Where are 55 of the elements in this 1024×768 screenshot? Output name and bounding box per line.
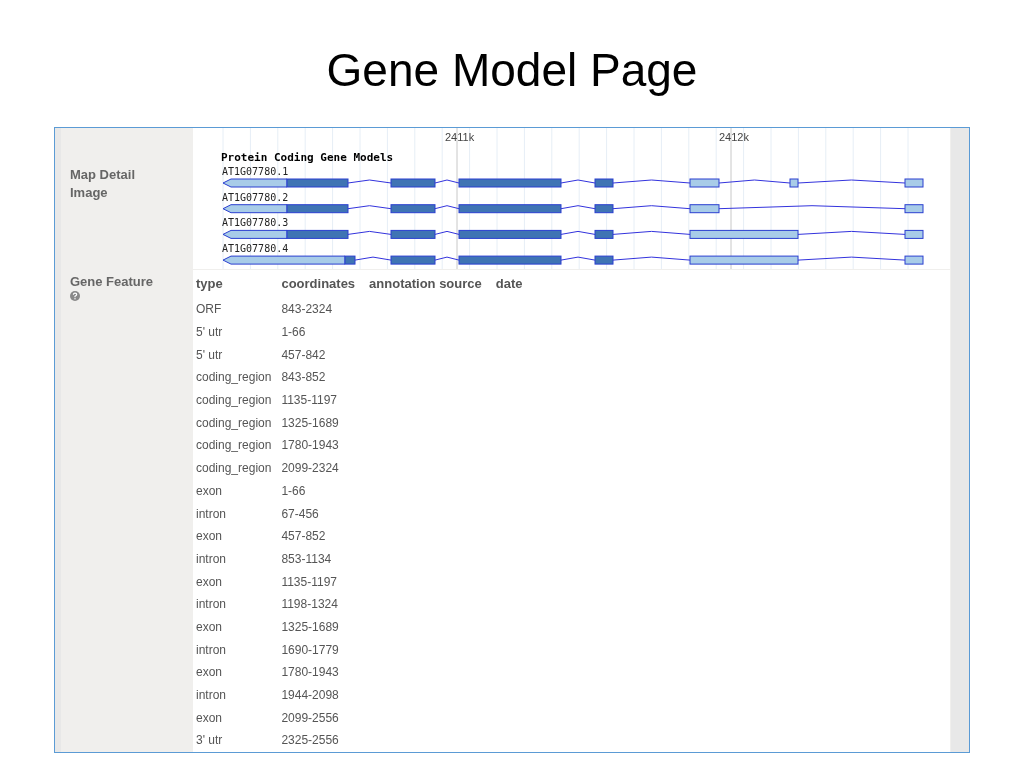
table-cell-text: coding_region xyxy=(196,414,273,432)
table-cell-text: 1135-1197 xyxy=(281,392,338,410)
table-cell-text: intron xyxy=(196,687,228,705)
table-cell-text: 843-852 xyxy=(281,369,327,387)
table-cell-text: exon xyxy=(196,664,224,682)
table-cell-text: coding_region xyxy=(196,392,273,410)
help-icon[interactable] xyxy=(70,291,80,301)
table-cell-text: 2099-2324 xyxy=(281,460,340,478)
table-cell-text: exon xyxy=(196,573,224,591)
table-cell-text: intron xyxy=(196,505,228,523)
table-cell-text: intron xyxy=(196,550,228,568)
table-cell-text: 1-66 xyxy=(281,482,307,500)
column-header: date xyxy=(495,276,524,293)
table-cell-text: coding_region xyxy=(196,369,273,387)
table-cell-text: 5' utr xyxy=(196,324,224,342)
track-title: Protein Coding Gene Models xyxy=(221,151,394,164)
table-cell-text: ORF xyxy=(196,301,223,319)
table-cell-text: 1780-1943 xyxy=(281,664,340,682)
table-cell-text: 457-852 xyxy=(281,528,327,546)
table-cell-text: 1690-1779 xyxy=(281,641,340,659)
table-cell-text: coding_region xyxy=(196,460,273,478)
transcript-name: AT1G07780.1 xyxy=(222,166,289,177)
table-cell-text: 1780-1943 xyxy=(281,437,340,455)
transcript-name: AT1G07780.4 xyxy=(222,243,289,255)
column-header: annotation source xyxy=(369,276,483,293)
table-cell-text: 853-1134 xyxy=(281,550,333,568)
axis-tick-label: 2412k xyxy=(719,131,749,143)
table-cell-text: intron xyxy=(196,596,228,614)
table-cell-text: exon xyxy=(196,618,224,636)
column-header: type xyxy=(196,276,224,293)
table-cell-text: coding_region xyxy=(196,437,273,455)
table-cell-text: 1325-1689 xyxy=(281,414,340,432)
table-cell-text: 1-66 xyxy=(281,324,307,342)
table-cell-text: 2099-2556 xyxy=(281,709,340,727)
transcript-name: AT1G07780.3 xyxy=(222,217,289,229)
table-cell-text: 1325-1689 xyxy=(281,618,340,636)
row-label: Gene Feature xyxy=(70,274,154,290)
table-cell-text: 3' utr xyxy=(196,732,224,750)
row-label: Map Detail Image xyxy=(70,166,136,202)
axis-tick-label: 2411k xyxy=(445,131,475,143)
transcript-name: AT1G07780.2 xyxy=(222,191,289,203)
column-header: coordinates xyxy=(281,276,357,293)
table-cell-text: 2325-2556 xyxy=(281,732,340,750)
table-cell-text: 843-2324 xyxy=(281,301,334,319)
slide-title: Gene Model Page xyxy=(326,43,698,98)
table-cell-text: 5' utr xyxy=(196,346,224,364)
table-cell-text: 67-456 xyxy=(281,505,320,523)
table-cell-text: intron xyxy=(196,641,228,659)
table-cell-text: 1135-1197 xyxy=(281,573,338,591)
table-cell-text: 457-842 xyxy=(281,346,327,364)
table-cell-text: exon xyxy=(196,528,224,546)
table-cell-text: exon xyxy=(196,482,224,500)
table-cell-text: 1198-1324 xyxy=(281,596,339,614)
table-cell-text: exon xyxy=(196,709,224,727)
table-cell-text: 1944-2098 xyxy=(281,687,340,705)
